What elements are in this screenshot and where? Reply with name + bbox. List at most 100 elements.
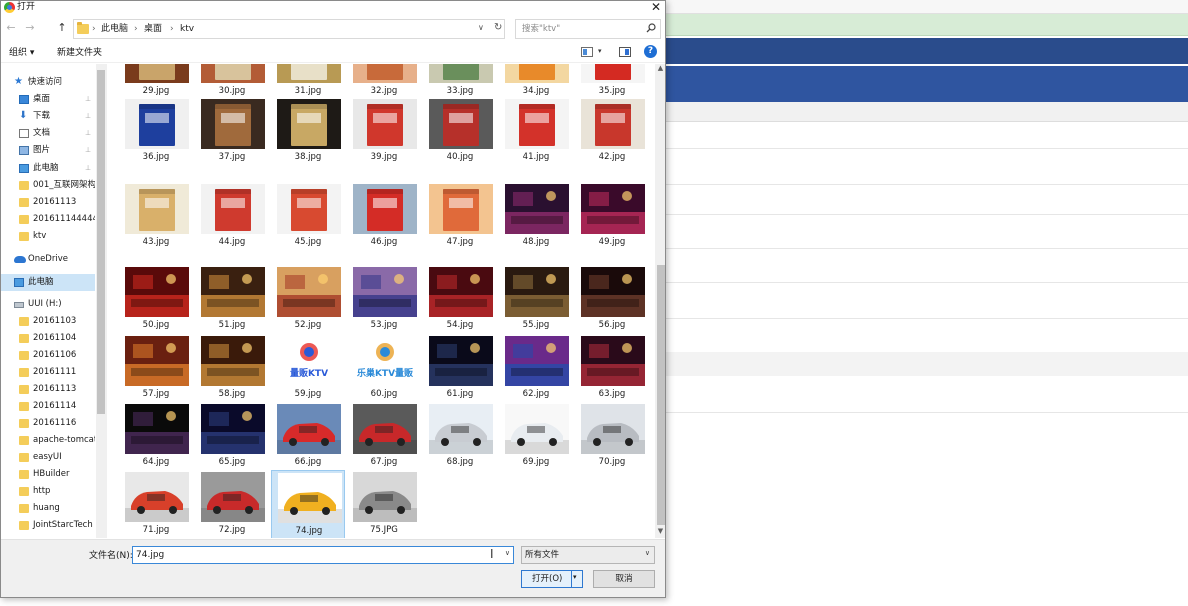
scroll-down-icon[interactable]: ▼ <box>655 527 665 537</box>
breadcrumb-this-pc[interactable]: 此电脑 <box>101 23 128 35</box>
filename-value[interactable]: 74.jpg <box>136 549 164 561</box>
file-item[interactable]: 31.jpg <box>271 64 345 101</box>
file-item[interactable]: 52.jpg <box>271 265 345 335</box>
pin-icon[interactable]: ⊥ <box>85 142 91 159</box>
file-item[interactable]: 39.jpg <box>347 97 421 167</box>
sidebar-item[interactable]: 桌面 ⊥ <box>1 91 95 108</box>
file-item[interactable]: 67.jpg <box>347 402 421 472</box>
sidebar-item[interactable]: 20161113 <box>1 194 95 211</box>
sidebar-item[interactable]: 此电脑 ⊥ <box>1 160 95 177</box>
sidebar-item[interactable]: 001_互联网架构 <box>1 177 95 194</box>
pin-icon[interactable]: ⊥ <box>85 160 91 177</box>
sidebar-item[interactable]: 20161114 <box>1 398 95 415</box>
file-item[interactable]: 69.jpg <box>499 402 573 472</box>
sidebar-item[interactable]: ktv <box>1 228 95 245</box>
breadcrumb-separator-icon[interactable]: › <box>134 23 138 35</box>
sidebar-item[interactable]: 图片 ⊥ <box>1 142 95 159</box>
file-item[interactable]: 50.jpg <box>119 265 193 335</box>
file-item[interactable]: 32.jpg <box>347 64 421 101</box>
sidebar-item[interactable]: apache-tomcat <box>1 432 95 449</box>
file-list-scroll-thumb[interactable] <box>657 265 665 525</box>
file-item[interactable]: 66.jpg <box>271 402 345 472</box>
refresh-icon[interactable]: ↻ <box>494 22 502 33</box>
file-item[interactable]: 34.jpg <box>499 64 573 101</box>
sidebar-item[interactable]: http <box>1 483 95 500</box>
file-item[interactable]: 62.jpg <box>499 334 573 404</box>
file-item[interactable]: 75.JPG <box>347 470 421 538</box>
file-item[interactable]: 43.jpg <box>119 182 193 252</box>
forward-arrow-icon[interactable]: → <box>23 21 37 35</box>
up-arrow-icon[interactable]: ↑ <box>55 21 69 35</box>
cancel-button[interactable]: 取消 <box>593 570 655 588</box>
file-item[interactable]: 41.jpg <box>499 97 573 167</box>
file-item[interactable]: 40.jpg <box>423 97 497 167</box>
file-item[interactable]: 45.jpg <box>271 182 345 252</box>
organize-menu-button[interactable]: 组织 ▾ <box>9 47 34 59</box>
filename-history-dropdown-icon[interactable]: ∨ <box>505 549 510 557</box>
sidebar-item[interactable]: 20161113 <box>1 381 95 398</box>
sidebar-item[interactable]: JointStarcTech <box>1 517 95 534</box>
close-button[interactable]: ✕ <box>648 1 664 14</box>
file-item[interactable]: 61.jpg <box>423 334 497 404</box>
sidebar-item[interactable]: OneDrive <box>1 251 95 268</box>
sidebar-item[interactable]: 20161111 <box>1 364 95 381</box>
sidebar-item[interactable]: 20161103 <box>1 313 95 330</box>
file-item[interactable]: 68.jpg <box>423 402 497 472</box>
file-item[interactable]: 47.jpg <box>423 182 497 252</box>
file-item[interactable]: 48.jpg <box>499 182 573 252</box>
breadcrumb-separator-icon[interactable]: › <box>92 23 96 35</box>
file-item[interactable]: 36.jpg <box>119 97 193 167</box>
file-item[interactable]: 70.jpg <box>575 402 649 472</box>
sidebar-item[interactable]: 文档 ⊥ <box>1 125 95 142</box>
file-item[interactable]: 55.jpg <box>499 265 573 335</box>
file-item[interactable]: 30.jpg <box>195 64 269 101</box>
file-item[interactable]: 46.jpg <box>347 182 421 252</box>
file-item[interactable]: 量贩KTV 59.jpg <box>271 334 345 404</box>
filename-input[interactable]: 74.jpg ∨ <box>132 546 514 564</box>
sidebar-item[interactable]: UUI (H:) <box>1 296 95 313</box>
back-arrow-icon[interactable]: ← <box>4 21 18 35</box>
file-item[interactable]: 42.jpg <box>575 97 649 167</box>
new-folder-button[interactable]: 新建文件夹 <box>57 47 102 59</box>
file-item[interactable]: 54.jpg <box>423 265 497 335</box>
file-item[interactable]: 49.jpg <box>575 182 649 252</box>
sidebar-item[interactable]: huang <box>1 500 95 517</box>
breadcrumb-desktop[interactable]: 桌面 <box>144 23 162 35</box>
file-item[interactable]: 乐巢KTV量贩 60.jpg <box>347 334 421 404</box>
file-item[interactable]: 37.jpg <box>195 97 269 167</box>
sidebar-item[interactable]: HBuilder <box>1 466 95 483</box>
file-item[interactable]: 74.jpg <box>271 470 345 538</box>
file-type-select[interactable]: 所有文件 ∨ <box>521 546 655 564</box>
preview-pane-icon[interactable] <box>619 47 631 57</box>
sidebar-item[interactable]: ⬇ 下载 ⊥ <box>1 108 95 125</box>
file-item[interactable]: 35.jpg <box>575 64 649 101</box>
search-icon[interactable] <box>646 23 656 33</box>
file-item[interactable]: 65.jpg <box>195 402 269 472</box>
pin-icon[interactable]: ⊥ <box>85 91 91 108</box>
address-history-dropdown-icon[interactable]: ∨ <box>478 23 484 32</box>
file-item[interactable]: 71.jpg <box>119 470 193 538</box>
help-icon[interactable]: ? <box>644 45 657 58</box>
sidebar-item[interactable]: 201611144444 <box>1 211 95 228</box>
view-options-dropdown-icon[interactable]: ▾ <box>598 47 602 55</box>
file-item[interactable]: 51.jpg <box>195 265 269 335</box>
navigation-pane-scroll-thumb[interactable] <box>97 70 105 414</box>
file-item[interactable]: 29.jpg <box>119 64 193 101</box>
file-item[interactable]: 33.jpg <box>423 64 497 101</box>
open-options-dropdown-icon[interactable]: ▾ <box>573 573 577 581</box>
file-item[interactable]: 53.jpg <box>347 265 421 335</box>
breadcrumb-separator-icon[interactable]: › <box>170 23 174 35</box>
file-item[interactable]: 72.jpg <box>195 470 269 538</box>
address-bar[interactable]: › 此电脑 › 桌面 › ktv ∨ ↻ <box>73 19 505 39</box>
file-item[interactable]: 63.jpg <box>575 334 649 404</box>
sidebar-item[interactable]: ★ 快速访问 <box>1 74 95 91</box>
file-item[interactable]: 58.jpg <box>195 334 269 404</box>
sidebar-item[interactable]: 此电脑 <box>1 274 95 291</box>
file-item[interactable]: 57.jpg <box>119 334 193 404</box>
pin-icon[interactable]: ⊥ <box>85 108 91 125</box>
breadcrumb-ktv[interactable]: ktv <box>180 23 194 35</box>
sidebar-item[interactable]: 20161106 <box>1 347 95 364</box>
open-button[interactable]: 打开(O) ▾ <box>521 570 583 588</box>
file-item[interactable]: 38.jpg <box>271 97 345 167</box>
sidebar-item[interactable]: easyUI <box>1 449 95 466</box>
